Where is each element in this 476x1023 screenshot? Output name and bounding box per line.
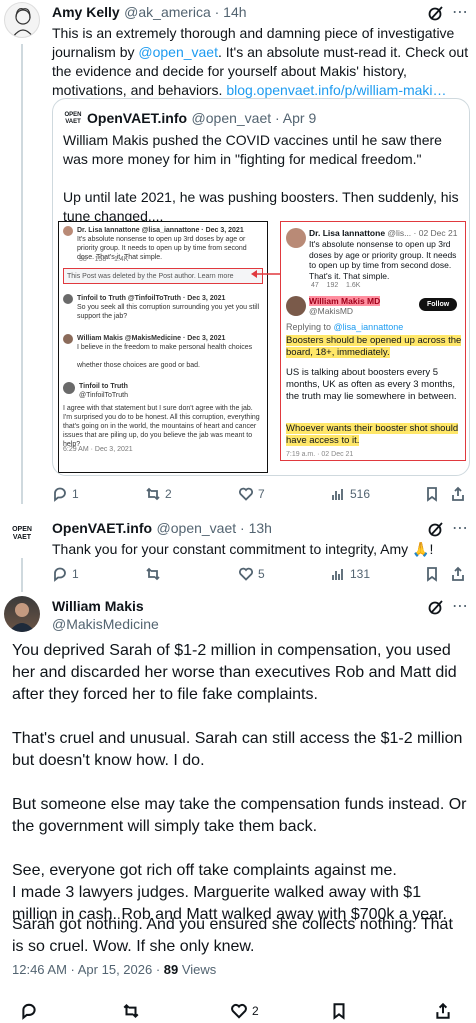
author-handle-time[interactable]: @ak_america · 14h [124,4,246,20]
main-text-p5: Sarah got nothing. And you ensured she c… [12,916,453,955]
mini-tweet-text: I agree with that statement but I sure d… [63,405,260,448]
mini-tweet-text: William Makis @MakisMedicine · Dec 3, 20… [77,335,253,369]
highlight-text-2: Whoever wants their booster shot should … [286,423,459,446]
main-text-p2: That's cruel and unusual. Sarah can stil… [12,730,463,769]
mini-stats: 47 192 1.6K [311,282,361,289]
quote-author-handle: @open_vaet · Apr 9 [191,110,317,126]
share-button[interactable] [450,566,466,582]
quote-text: William Makis pushed the COVID vaccines … [63,132,459,224]
thread-line [21,44,23,504]
mini-tweet-head: Tinfoil to Truth @TinfoilToTruth [79,383,128,399]
avatar [63,334,73,344]
avatar [286,296,306,316]
quoted-tweet[interactable]: OPEN VAET OpenVAET.info @open_vaet · Apr … [52,98,470,476]
tweet1-text: This is an extremely thorough and damnin… [52,25,469,98]
author-name[interactable]: OpenVAET.info [52,520,152,536]
mini-tweet-head: Dr. Lisa Iannattone @lis... · 02 Dec 21 [309,228,458,238]
more-icon[interactable]: ⋯ [452,2,468,22]
reply-button[interactable]: 1 [52,486,79,502]
tweet-timestamp[interactable]: 12:46 AM · Apr 15, 2026 · 89 Views [12,962,216,977]
quote-author-name: OpenVAET.info [87,110,188,126]
mini-time: 7:19 a.m. · 02 Dec 21 [286,451,354,458]
author-handle[interactable]: @MakisMedicine [52,616,159,632]
screenshot-left: Dr. Lisa Iannattone @lisa_iannattone · D… [58,221,268,473]
avatar [286,228,306,248]
bookmark-button[interactable] [424,566,440,582]
main-header: William Makis @MakisMedicine [52,598,159,632]
views-button[interactable]: 516 [330,486,370,502]
bookmark-button[interactable] [424,486,440,502]
avatar [63,226,73,236]
author-name[interactable]: William Makis [52,598,159,614]
repost-button[interactable] [145,566,165,582]
highlight-text-1: Boosters should be opened up across the … [286,335,462,358]
like-button[interactable]: 7 [238,486,265,502]
views-count: 89 [163,962,179,977]
mini-time: 6:29 AM · Dec 3, 2021 [63,446,133,453]
author-name[interactable]: Amy Kelly [52,4,120,20]
article-link[interactable]: blog.openvaet.info/p/william-maki… [226,82,446,98]
avatar-amy-kelly[interactable] [4,2,40,38]
share-button[interactable] [450,486,466,502]
avatar-openvaet[interactable]: OPEN VAET [4,516,40,552]
replying-to: Replying to @lisa_iannattone [286,322,404,332]
reply-button[interactable] [20,1002,38,1020]
tweet2-text: Thank you for your constant commitment t… [52,541,434,557]
share-button[interactable] [434,1002,452,1020]
more-icon[interactable]: ⋯ [452,518,468,538]
deleted-notice: This Post was deleted by the Post author… [63,268,263,284]
more-icon[interactable]: ⋯ [452,596,468,616]
pray-emoji: 🙏 [412,541,430,557]
main-text-p1: You deprived Sarah of $1-2 million in co… [12,642,457,703]
avatar-william-makis[interactable] [4,596,40,632]
mini-tweet-text: Tinfoil to Truth @TinfoilToTruth · Dec 3… [77,295,260,320]
openvaet-logo: OPEN VAET [63,109,83,129]
avatar [63,382,75,394]
like-button[interactable]: 2 [230,1002,259,1020]
screenshot-right: Dr. Lisa Iannattone @lis... · 02 Dec 21 … [280,221,466,461]
author-handle-time[interactable]: @open_vaet · 13h [157,520,272,536]
mini-stats: 38 158 1.4K [79,256,129,263]
avatar [63,294,73,304]
body-text: US is talking about boosters every 5 mon… [286,367,457,402]
openvaet-logo: OPEN VAET [12,526,32,541]
follow-button: Follow [419,298,458,311]
grok-icon[interactable] [427,598,445,621]
reply-button[interactable]: 1 [52,566,79,582]
repost-button[interactable] [122,1002,140,1020]
tweet2-header: OpenVAET.info @open_vaet · 13h [52,520,272,538]
mini-tweet-text: It's absolute nonsense to open up 3rd do… [309,239,457,281]
views-button[interactable]: 131 [330,566,370,582]
like-button[interactable]: 5 [238,566,265,582]
mention-link[interactable]: @open_vaet [138,44,218,60]
repost-button[interactable]: 2 [145,486,172,502]
mini-tweet-head: William Makis MD @MakisMD [309,296,381,316]
bookmark-button[interactable] [330,1002,348,1020]
main-text-p3: But someone else may take the compensati… [12,796,467,835]
thread-line [21,558,23,592]
tweet1-header: Amy Kelly @ak_america · 14h [52,4,247,22]
